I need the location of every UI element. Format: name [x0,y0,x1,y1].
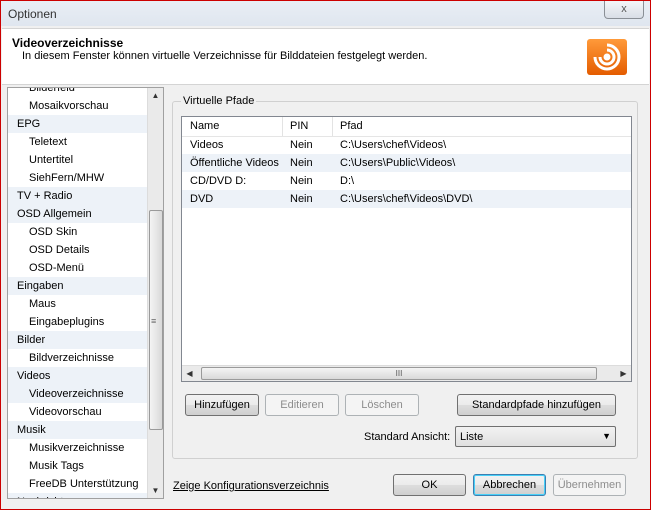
window-title: Optionen [8,7,57,21]
column-header-name[interactable]: Name [190,120,219,132]
scroll-up-icon[interactable]: ▲ [148,88,163,103]
default-view-value: Liste [460,431,484,443]
options-nav-list[interactable]: NachrichtenFreeDB UnterstützungMusik Tag… [7,87,164,499]
grip-icon: ≡ [151,316,157,326]
nav-item[interactable]: Musikverzeichnisse [8,439,148,457]
ok-button[interactable]: OK [393,474,466,496]
title-bar: Optionen x [1,1,650,26]
nav-item[interactable]: Bildverzeichnisse [8,349,148,367]
nav-category[interactable]: Videos [8,367,148,385]
nav-item[interactable]: Bilderfeld [8,88,148,97]
cell-pin: Nein [290,193,313,205]
scroll-left-icon[interactable]: ◀ [182,366,197,381]
app-logo-icon [587,39,627,75]
nav-category[interactable]: OSD Allgemein [8,205,148,223]
nav-category[interactable]: Nachrichten [8,493,148,498]
page-description: In diesem Fenster können virtuelle Verze… [22,50,428,62]
nav-category[interactable]: TV + Radio [8,187,148,205]
group-label: Virtuelle Pfade [181,95,257,107]
nav-item[interactable]: OSD Skin [8,223,148,241]
nav-item[interactable]: Maus [8,295,148,313]
nav-item[interactable]: Teletext [8,133,148,151]
chevron-down-icon: ▼ [602,431,611,441]
apply-button[interactable]: Übernehmen [553,474,626,496]
nav-category[interactable]: Bilder [8,331,148,349]
table-row[interactable]: CD/DVD D: Nein D:\ [182,172,631,190]
nav-item[interactable]: OSD-Menü [8,259,148,277]
nav-item[interactable]: SiehFern/MHW [8,169,148,187]
nav-item[interactable]: OSD Details [8,241,148,259]
show-config-directory-link[interactable]: Zeige Konfigurationsverzeichnis [173,480,329,492]
nav-item[interactable]: Untertitel [8,151,148,169]
close-icon: x [621,3,627,15]
cell-pin: Nein [290,157,313,169]
table-horizontal-scrollbar[interactable]: ◀ III ▶ [182,365,631,381]
close-button[interactable]: x [604,1,644,19]
page-title: Videoverzeichnisse [12,36,124,50]
nav-item[interactable]: Eingabeplugins [8,313,148,331]
cell-path: D:\ [340,175,355,187]
hscroll-thumb[interactable]: III [201,367,597,380]
cancel-button[interactable]: Abbrechen [473,474,546,496]
edit-button[interactable]: Editieren [265,394,339,416]
cell-path: C:\Users\Public\Videos\ [340,157,456,169]
nav-category[interactable]: EPG [8,115,148,133]
nav-item[interactable]: Musik Tags [8,457,148,475]
nav-item[interactable]: Videoverzeichnisse [8,385,148,403]
nav-item[interactable]: Mosaikvorschau [8,97,148,115]
add-button[interactable]: Hinzufügen [185,394,259,416]
cell-pin: Nein [290,175,313,187]
default-view-select[interactable]: Liste ▼ [455,426,616,447]
nav-item[interactable]: FreeDB Unterstützung [8,475,148,493]
paths-table[interactable]: Name PIN Pfad Videos Nein C:\Users\chef\Vi… [181,116,632,382]
cell-name: Videos [190,139,224,151]
scroll-right-icon[interactable]: ▶ [616,366,631,381]
nav-item[interactable]: Videovorschau [8,403,148,421]
nav-scrollbar[interactable]: ▲ ≡ ▼ [147,88,163,498]
default-view-label: Standard Ansicht: [364,431,451,443]
cell-name: Öffentliche Videos [190,157,279,169]
cell-name: DVD [190,193,214,205]
page-header: Videoverzeichnisse In diesem Fenster kön… [2,28,649,85]
table-row[interactable]: DVD Nein C:\Users\chef\Videos\DVD\ [182,190,631,208]
cell-pin: Nein [290,139,313,151]
add-default-paths-button[interactable]: Standardpfade hinzufügen [457,394,616,416]
delete-button[interactable]: Löschen [345,394,419,416]
cell-path: C:\Users\chef\Videos\DVD\ [340,193,473,205]
cell-path: C:\Users\chef\Videos\ [340,139,447,151]
grip-icon: III [395,369,403,378]
cell-name: CD/DVD D: [190,175,247,187]
table-row[interactable]: Öffentliche Videos Nein C:\Users\Public\Vi… [182,154,631,172]
nav-category[interactable]: Musik [8,421,148,439]
column-header-pin[interactable]: PIN [290,120,308,132]
table-row[interactable]: Videos Nein C:\Users\chef\Videos\ [182,136,631,154]
table-header: Name PIN Pfad [182,117,631,137]
nav-category[interactable]: Eingaben [8,277,148,295]
column-header-path[interactable]: Pfad [340,120,363,132]
scroll-down-icon[interactable]: ▼ [148,483,163,498]
